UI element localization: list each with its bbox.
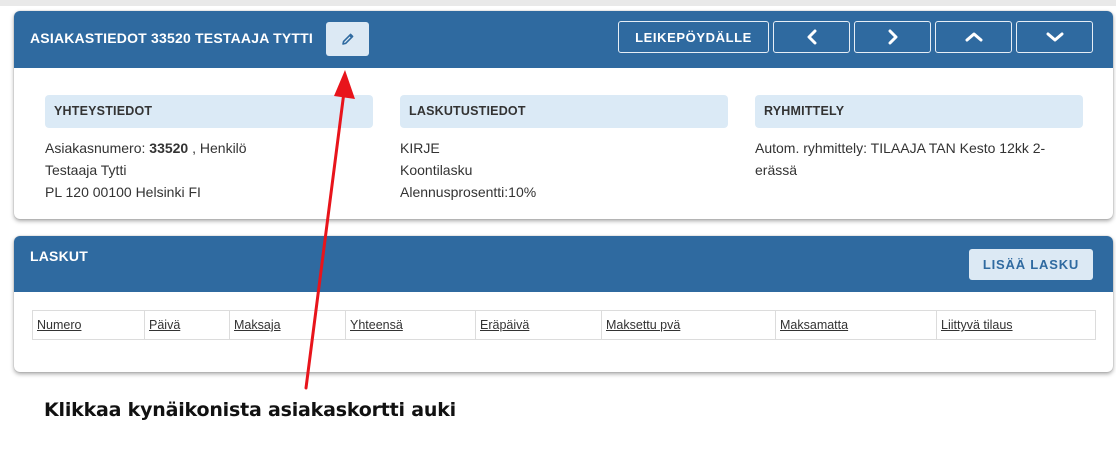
annotation-text: Klikkaa kynäikonista asiakaskortti auki — [44, 399, 456, 421]
